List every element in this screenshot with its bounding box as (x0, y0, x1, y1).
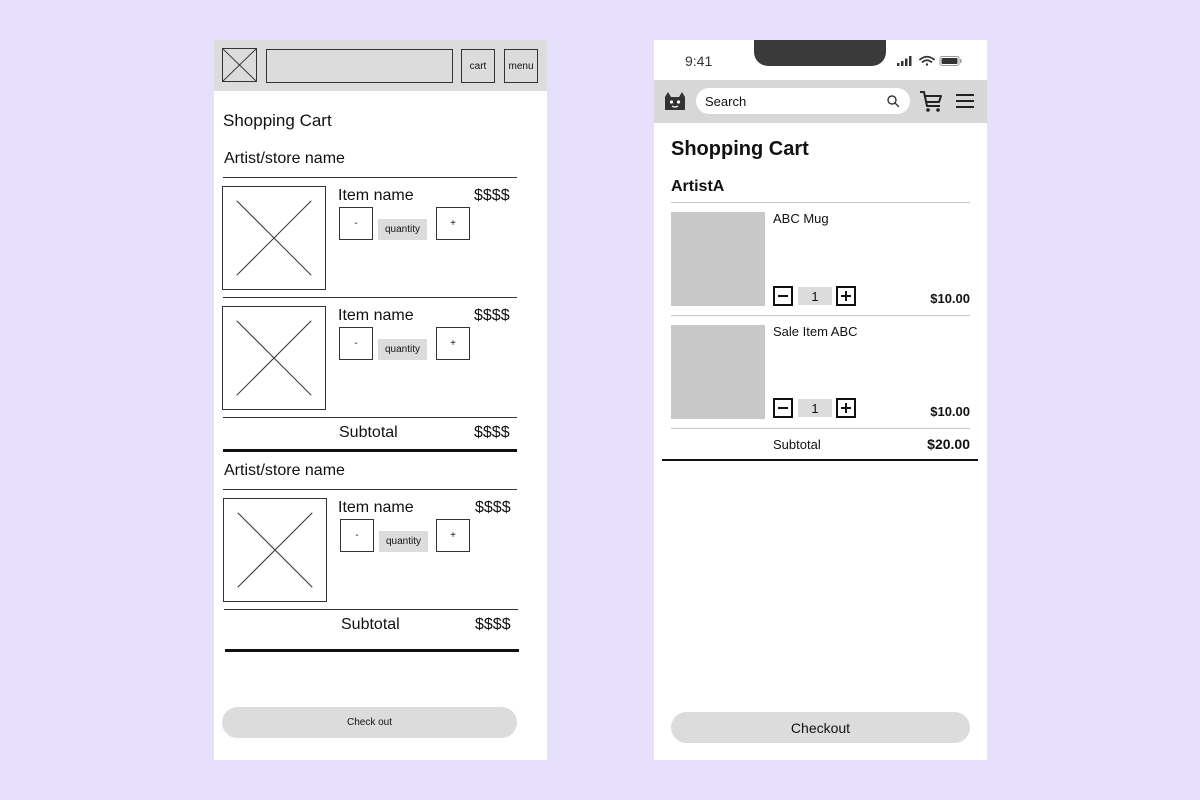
item-name[interactable]: ABC Mug (773, 211, 829, 226)
cart-button[interactable]: cart (461, 49, 495, 83)
checkout-button[interactable]: Checkout (671, 712, 970, 743)
subtotal-value: $20.00 (927, 436, 970, 452)
section-divider (662, 459, 978, 461)
item-price: $$$$ (474, 307, 510, 324)
product-image-placeholder (222, 186, 326, 290)
item-price: $10.00 (930, 404, 970, 419)
search-icon[interactable] (886, 94, 900, 108)
logo-placeholder-icon[interactable] (222, 48, 257, 82)
search-placeholder: Search (705, 94, 747, 109)
shopping-cart-icon[interactable] (918, 88, 944, 114)
store-name: Artist/store name (224, 462, 345, 479)
increase-quantity-button[interactable]: + (436, 519, 470, 552)
product-image-placeholder (223, 498, 327, 602)
product-image-placeholder (222, 306, 326, 410)
phone-mockup-screen: 9:41 Search Shopping Cart ArtistA ABC Mu… (654, 40, 987, 760)
item-price: $$$$ (474, 187, 510, 204)
decrease-quantity-button[interactable]: - (339, 327, 373, 360)
signal-icon (897, 56, 912, 66)
wifi-icon (919, 55, 935, 66)
artist-name[interactable]: ArtistA (671, 178, 724, 196)
quantity-field[interactable]: quantity (378, 339, 427, 360)
divider (671, 428, 970, 429)
quantity-field[interactable]: quantity (378, 219, 427, 240)
section-divider (225, 649, 519, 652)
product-image[interactable] (671, 325, 765, 419)
menu-button[interactable]: menu (504, 49, 538, 83)
minus-icon[interactable] (773, 398, 793, 418)
divider (671, 315, 970, 316)
quantity-field[interactable]: 1 (798, 287, 832, 305)
quantity-field[interactable]: 1 (798, 399, 832, 417)
divider (223, 417, 517, 418)
status-icons (897, 54, 967, 68)
increase-quantity-button[interactable]: + (436, 327, 470, 360)
status-time: 9:41 (685, 53, 713, 69)
plus-icon[interactable] (836, 286, 856, 306)
item-price: $$$$ (475, 499, 511, 516)
minus-icon[interactable] (773, 286, 793, 306)
hamburger-menu-icon[interactable] (955, 91, 975, 111)
battery-icon (939, 56, 962, 66)
page-title: Shopping Cart (671, 138, 809, 160)
item-name[interactable]: Item name (338, 499, 414, 517)
increase-quantity-button[interactable]: + (436, 207, 470, 240)
cat-logo-icon[interactable] (662, 88, 688, 114)
decrease-quantity-button[interactable]: - (339, 207, 373, 240)
page-title: Shopping Cart (223, 111, 332, 130)
plus-icon[interactable] (836, 398, 856, 418)
checkout-button[interactable]: Check out (222, 707, 517, 738)
phone-notch (754, 40, 886, 66)
quantity-field[interactable]: quantity (379, 531, 428, 552)
subtotal-label: Subtotal (339, 424, 398, 441)
section-divider (223, 449, 517, 452)
search-input[interactable]: Search (696, 88, 910, 114)
item-name[interactable]: Sale Item ABC (773, 324, 858, 339)
divider (223, 297, 517, 298)
subtotal-label: Subtotal (341, 616, 400, 633)
divider (671, 202, 970, 203)
store-name: Artist/store name (224, 150, 345, 167)
top-nav-bar: Search (654, 80, 987, 123)
divider (223, 489, 517, 490)
divider (224, 609, 518, 610)
search-bar-placeholder[interactable] (266, 49, 453, 83)
wireframe-screen: cart menu Shopping Cart Artist/store nam… (214, 40, 547, 760)
subtotal-label: Subtotal (773, 437, 821, 452)
subtotal-value: $$$$ (474, 424, 510, 441)
item-name[interactable]: Item name (338, 307, 414, 325)
item-price: $10.00 (930, 291, 970, 306)
item-name[interactable]: Item name (338, 187, 414, 205)
product-image[interactable] (671, 212, 765, 306)
divider (223, 177, 517, 178)
decrease-quantity-button[interactable]: - (340, 519, 374, 552)
subtotal-value: $$$$ (475, 616, 511, 633)
